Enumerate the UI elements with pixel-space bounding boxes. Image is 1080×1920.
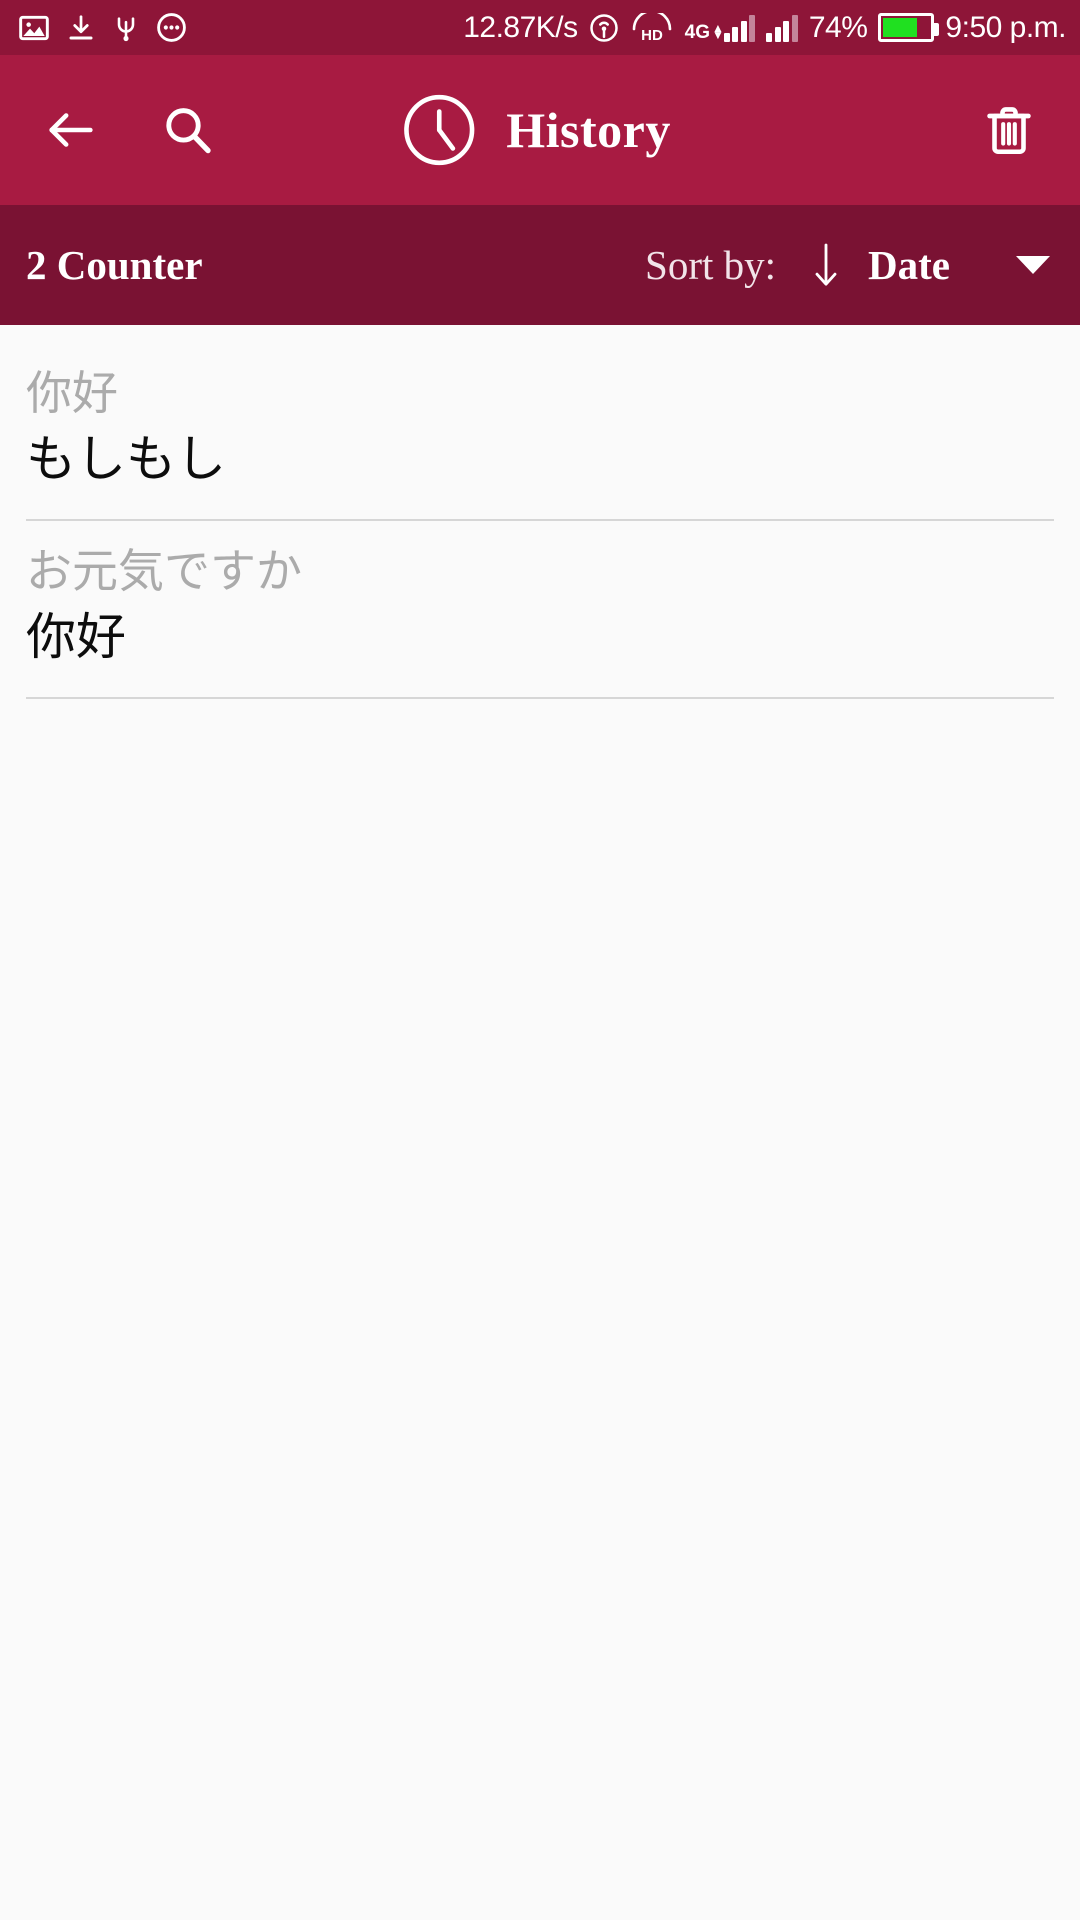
network-speed-label: 12.87K/s xyxy=(463,10,578,44)
arrow-down-icon xyxy=(815,243,837,286)
clock-time-label: 9:50 p.m. xyxy=(945,10,1066,44)
search-icon xyxy=(166,108,211,154)
status-bar-right-icons: 12.87K/s HD 4G ▲ ▼ 74% 9:50 p.m. xyxy=(463,11,1066,45)
battery-fill xyxy=(883,18,918,37)
image-icon xyxy=(19,15,49,40)
usb-icon xyxy=(117,16,135,41)
more-options-icon xyxy=(157,13,186,42)
sort-bar: 2 Counter Sort by: Date xyxy=(0,205,1080,325)
item-target-text: 你好 xyxy=(26,608,126,667)
status-bar-left-icons xyxy=(18,12,187,44)
list-item-content: お元気ですか 你好 xyxy=(0,521,1080,680)
signal-4g-group: 4G ▲ ▼ xyxy=(685,14,756,42)
hotspot-icon xyxy=(589,13,618,42)
history-counter-label: 2 Counter xyxy=(26,242,203,288)
item-target-text: もしもし xyxy=(26,430,226,489)
back-arrow-icon xyxy=(49,113,93,147)
app-bar-title-group: History xyxy=(398,89,671,171)
hd-voice-icon: HD xyxy=(632,12,671,43)
sort-controls: Sort by: Date xyxy=(645,236,1050,294)
search-button[interactable] xyxy=(144,87,230,173)
signal-bars-sim1 xyxy=(723,14,756,42)
trash-icon xyxy=(987,107,1031,155)
clock-icon xyxy=(404,94,475,166)
list-item-content: 你好 もしもし xyxy=(0,343,1080,502)
item-source-text: 你好 xyxy=(26,366,118,420)
battery-percent-label: 74% xyxy=(808,10,868,44)
sort-by-label: Sort by: xyxy=(645,242,777,288)
svg-text:HD: HD xyxy=(641,27,663,43)
network-type-label: 4G xyxy=(684,21,710,43)
battery-icon xyxy=(878,13,940,42)
item-source-text: お元気ですか xyxy=(26,544,302,599)
sort-direction-button[interactable] xyxy=(806,236,846,294)
signal-bars-sim2 xyxy=(766,14,798,42)
data-activity-icon: ▲ ▼ xyxy=(711,20,724,42)
sort-value-label[interactable]: Date xyxy=(868,241,950,289)
delete-history-button[interactable] xyxy=(966,87,1052,173)
list-item[interactable]: お元気ですか 你好 xyxy=(0,521,1080,700)
empty-list-area xyxy=(0,699,1080,1920)
download-icon xyxy=(69,14,93,39)
caret-down-icon[interactable] xyxy=(1016,256,1050,274)
history-list: 你好 もしもし お元気ですか 你好 xyxy=(0,325,1080,700)
back-button[interactable] xyxy=(28,87,114,173)
app-screen: 12.87K/s HD 4G ▲ ▼ 74% 9:50 p.m. History… xyxy=(0,0,1080,1920)
status-bar: 12.87K/s HD 4G ▲ ▼ 74% 9:50 p.m. xyxy=(0,0,1080,55)
page-title: History xyxy=(506,102,671,158)
list-item[interactable]: 你好 もしもし xyxy=(0,343,1080,522)
app-bar: History xyxy=(0,55,1080,205)
